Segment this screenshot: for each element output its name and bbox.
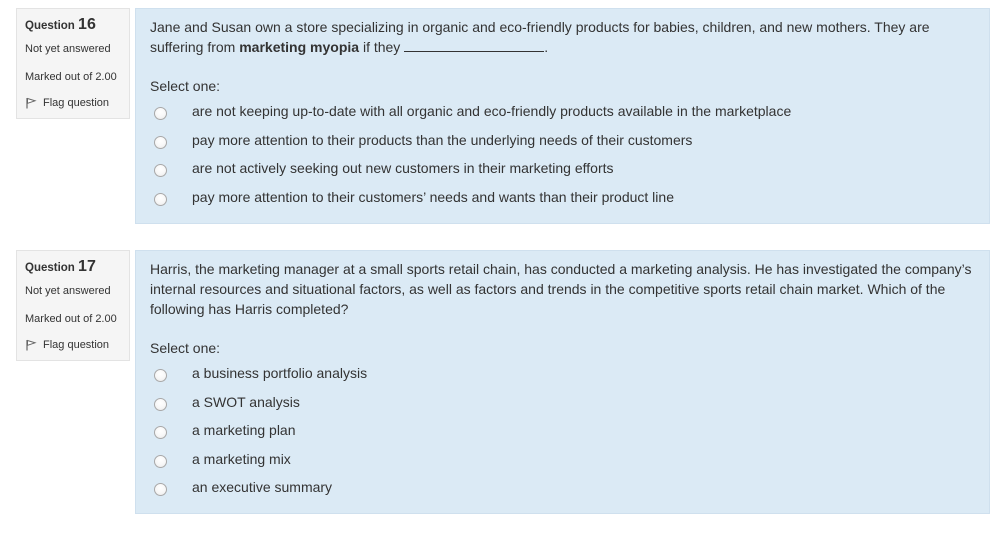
question-17: Question 17 Not yet answered Marked out … (0, 248, 990, 514)
question-number-value: 16 (78, 16, 96, 33)
flag-question-link[interactable]: Flag question (25, 338, 121, 352)
answer-option[interactable]: a business portfolio analysis (150, 363, 975, 392)
question-text-end: . (544, 39, 549, 55)
answer-label[interactable]: are not actively seeking out new custome… (192, 158, 614, 178)
question-state: Not yet answered (25, 285, 111, 297)
radio-button[interactable] (154, 426, 167, 439)
question-text-bold: marketing myopia (239, 39, 360, 55)
question-text-part2: if they (359, 39, 405, 55)
answer-label[interactable]: a marketing plan (192, 420, 296, 440)
question-grade: Marked out of 2.00 (25, 313, 117, 325)
question-16: Question 16 Not yet answered Marked out … (0, 0, 990, 224)
question-number: Question 17 (25, 257, 121, 278)
answer-option[interactable]: pay more attention to their products tha… (150, 130, 975, 159)
radio-button[interactable] (154, 397, 167, 411)
question-text: Jane and Susan own a store specializing … (150, 17, 975, 57)
flag-icon (26, 339, 37, 351)
answer-list: are not keeping up-to-date with all orga… (150, 101, 975, 215)
answer-label[interactable]: a SWOT analysis (192, 392, 300, 412)
answer-label[interactable]: are not keeping up-to-date with all orga… (192, 101, 791, 121)
flag-question-link[interactable]: Flag question (25, 96, 121, 110)
answer-option[interactable]: are not actively seeking out new custome… (150, 158, 975, 187)
answer-label[interactable]: pay more attention to their customers’ n… (192, 187, 674, 207)
fill-in-blank (404, 39, 545, 52)
answer-option[interactable]: pay more attention to their customers’ n… (150, 187, 975, 216)
radio-button[interactable] (154, 454, 167, 468)
answer-label[interactable]: an executive summary (192, 477, 332, 497)
answer-list: a business portfolio analysis a SWOT ana… (150, 363, 975, 506)
answer-label[interactable]: pay more attention to their products tha… (192, 130, 692, 150)
question-info: Question 16 Not yet answered Marked out … (16, 8, 130, 119)
answer-label[interactable]: a marketing mix (192, 449, 291, 469)
flag-icon (26, 97, 37, 109)
select-prompt: Select one: (150, 340, 221, 356)
answer-option[interactable]: a marketing plan (150, 420, 975, 449)
radio-button[interactable] (154, 483, 167, 496)
answer-label[interactable]: a business portfolio analysis (192, 363, 367, 383)
radio-button[interactable] (154, 369, 167, 382)
answer-option[interactable]: are not keeping up-to-date with all orga… (150, 101, 975, 130)
question-label: Question (25, 262, 75, 274)
question-content: Harris, the marketing manager at a small… (135, 250, 990, 514)
flag-question-label: Flag question (43, 97, 110, 109)
flag-question-label: Flag question (43, 339, 110, 351)
radio-button[interactable] (154, 164, 167, 177)
question-info: Question 17 Not yet answered Marked out … (16, 250, 130, 361)
radio-button[interactable] (154, 192, 167, 206)
answer-option[interactable]: an executive summary (150, 477, 975, 506)
question-grade: Marked out of 2.00 (25, 71, 117, 83)
answer-option[interactable]: a marketing mix (150, 449, 975, 478)
question-number: Question 16 (25, 15, 121, 36)
question-number-value: 17 (78, 258, 96, 275)
question-state: Not yet answered (25, 43, 111, 55)
radio-button[interactable] (154, 107, 167, 120)
question-label: Question (25, 20, 75, 32)
select-prompt: Select one: (150, 78, 221, 94)
question-text: Harris, the marketing manager at a small… (150, 261, 972, 317)
question-content: Jane and Susan own a store specializing … (135, 8, 990, 224)
radio-button[interactable] (154, 135, 167, 149)
answer-option[interactable]: a SWOT analysis (150, 392, 975, 421)
